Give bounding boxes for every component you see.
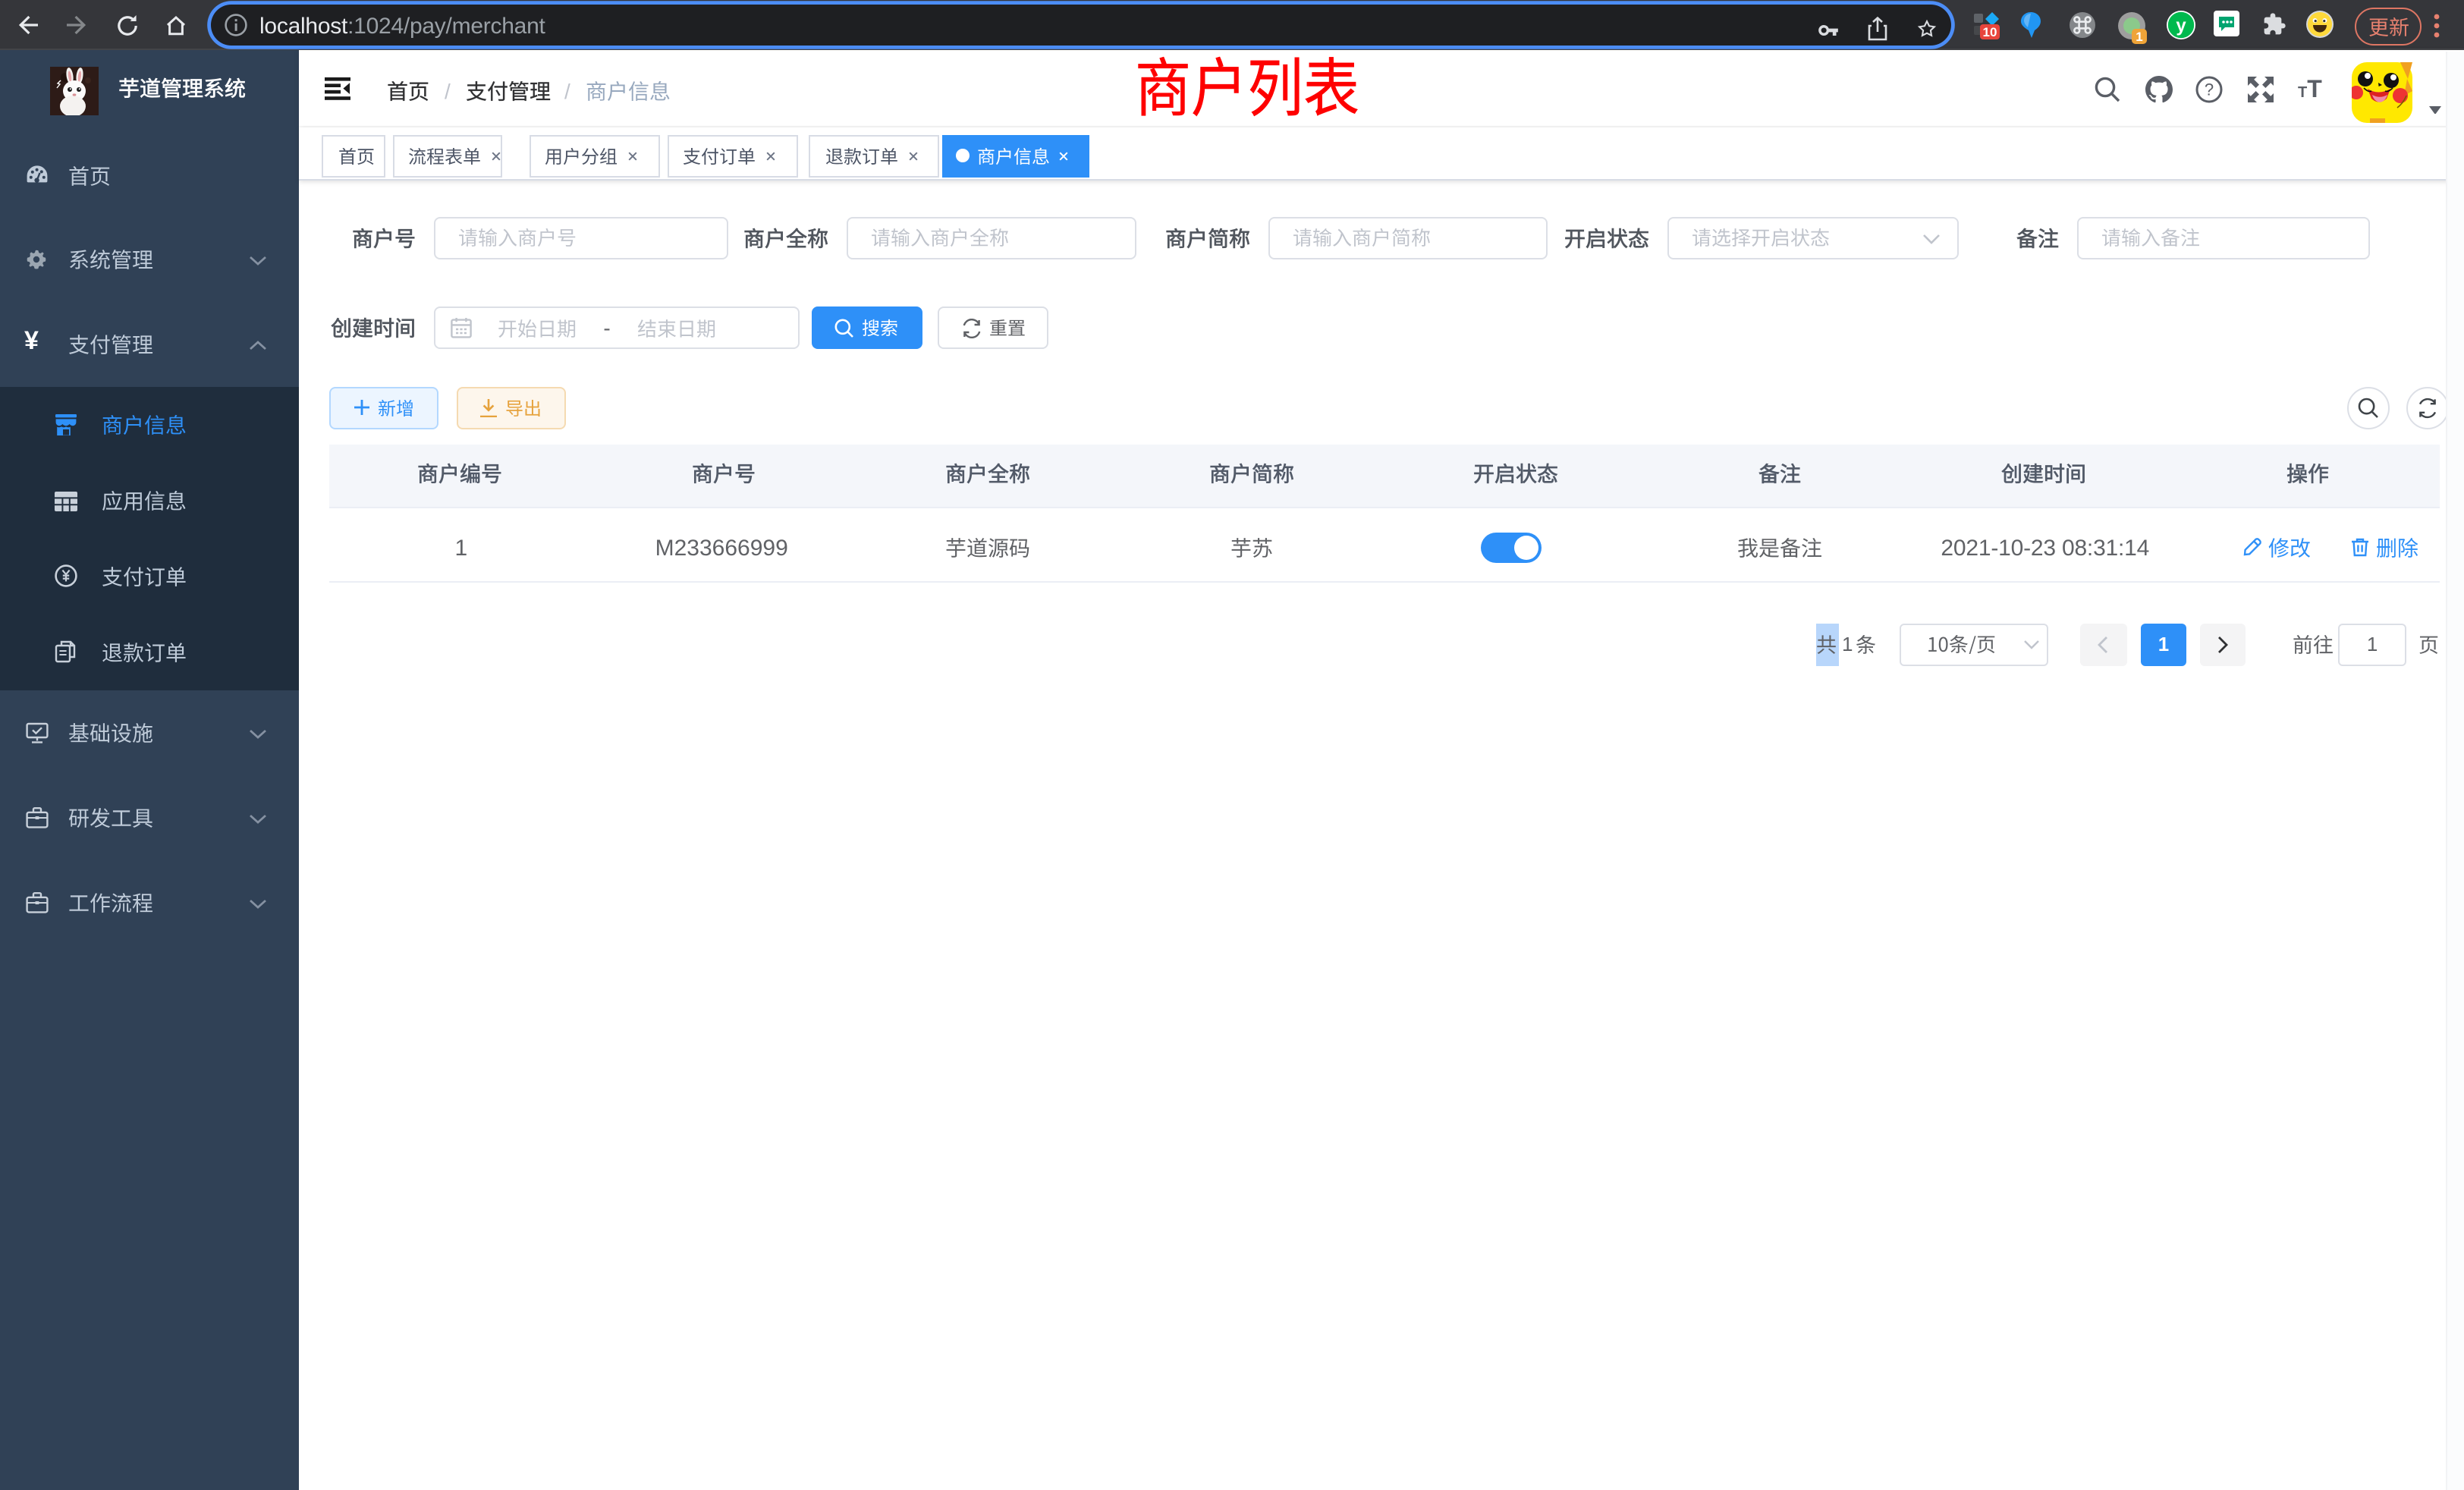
svg-text:1: 1: [2136, 29, 2142, 43]
svg-text:?: ?: [2204, 80, 2213, 99]
svg-text:y: y: [2176, 16, 2186, 36]
svg-text:10: 10: [1983, 25, 1997, 39]
